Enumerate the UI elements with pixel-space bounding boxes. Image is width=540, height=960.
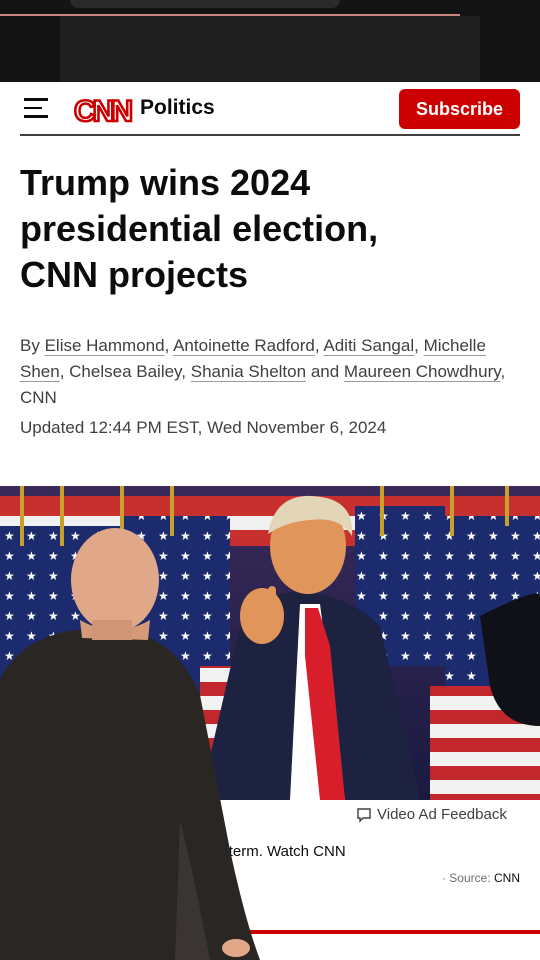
- video-ad-feedback-link[interactable]: Video Ad Feedback: [356, 806, 507, 823]
- headline-line: CNN projects: [20, 254, 249, 295]
- updated-timestamp: Updated 12:44 PM EST, Wed November 6, 20…: [20, 418, 387, 437]
- cnn-logo-mark: CNN: [73, 94, 134, 127]
- byline: By Elise Hammond, Antoinette Radford, Ad…: [20, 336, 506, 407]
- author-name: Chelsea Bailey: [69, 362, 182, 381]
- byline-outlet: CNN: [20, 388, 57, 407]
- byline-and: and: [310, 362, 340, 381]
- author-link[interactable]: Shania Shelton: [191, 362, 306, 381]
- progress-strip: [0, 14, 460, 16]
- foreground-figure-overlay: [0, 528, 260, 960]
- article-headline: Trump wins 2024 presidential election, C…: [20, 160, 520, 298]
- source-label: · Source:: [441, 871, 491, 885]
- source-value: CNN: [494, 871, 520, 885]
- headline-line: presidential election,: [20, 208, 379, 249]
- svg-text:CNN: CNN: [74, 95, 131, 127]
- browser-top-bar: [0, 0, 540, 82]
- speech-bubble-icon: [357, 807, 371, 823]
- author-link[interactable]: Elise Hammond: [45, 336, 165, 355]
- ad-feedback-label: Video Ad Feedback: [377, 806, 507, 823]
- author-link[interactable]: Maureen Chowdhury: [344, 362, 501, 381]
- author-link[interactable]: Aditi Sangal: [323, 336, 414, 355]
- notch: [70, 0, 340, 8]
- browser-tab-area: [60, 16, 480, 82]
- headline-line: Trump wins 2024: [20, 162, 311, 203]
- cnn-logo[interactable]: CNN: [72, 92, 134, 128]
- byline-prefix: By: [20, 336, 40, 355]
- author-link[interactable]: Antoinette Radford: [173, 336, 315, 355]
- header-divider: [20, 134, 520, 136]
- subscribe-button[interactable]: Subscribe: [399, 89, 520, 129]
- video-source: · Source: CNN: [420, 871, 520, 885]
- section-label[interactable]: Politics: [140, 96, 215, 120]
- hamburger-icon[interactable]: [24, 98, 48, 120]
